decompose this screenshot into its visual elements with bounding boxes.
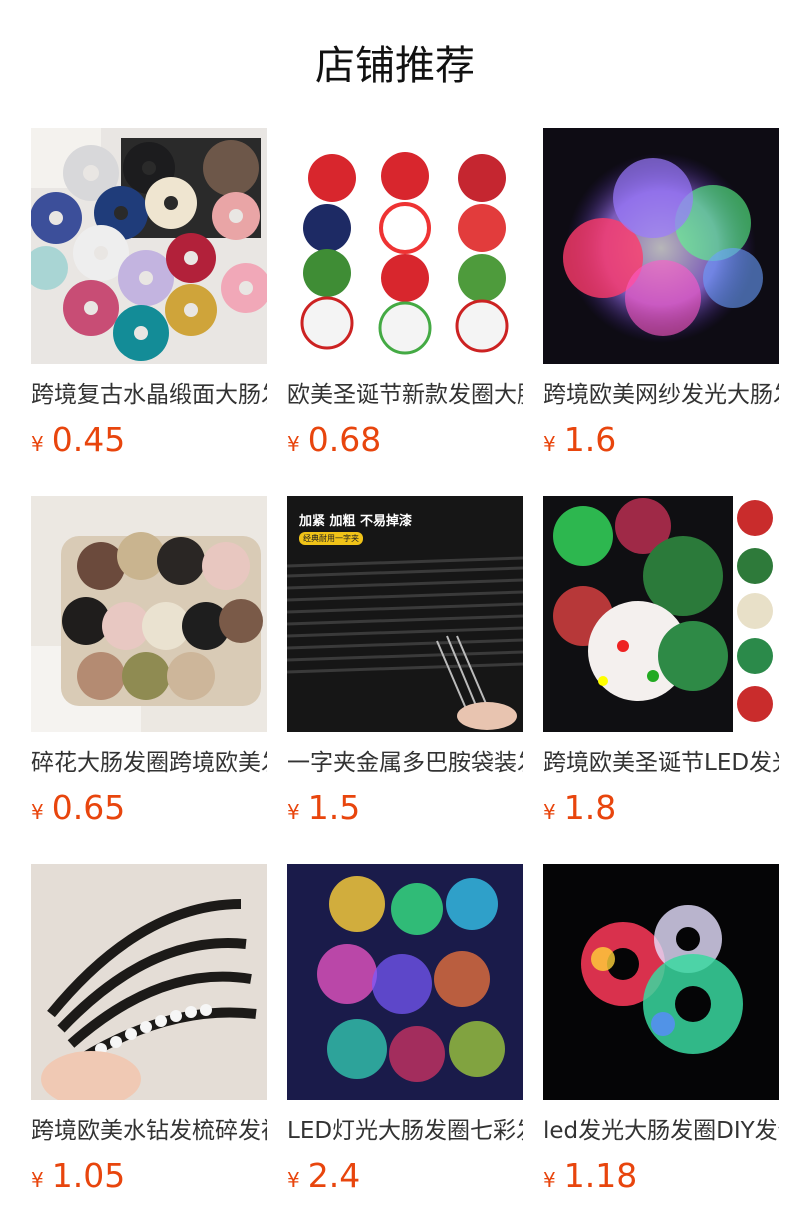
product-name[interactable]: led发光大肠发圈DIY发饰 (543, 1116, 779, 1146)
price-value: 0.45 (51, 420, 126, 459)
image-badge-text: 经典耐用一字夹 (299, 532, 363, 545)
currency-symbol: ¥ (31, 1168, 44, 1192)
currency-symbol: ¥ (543, 1168, 556, 1192)
product-card[interactable]: 欧美圣诞节新款发圈大肠发圈 ¥0.68 (287, 128, 523, 496)
currency-symbol: ¥ (543, 800, 556, 824)
currency-symbol: ¥ (31, 800, 44, 824)
image-banner-text: 加紧 加粗 不易掉漆 (299, 514, 413, 529)
product-card[interactable]: 跨境欧美水钻发梳碎发神器 ¥1.05 (31, 864, 267, 1232)
currency-symbol: ¥ (287, 1168, 300, 1192)
price-value: 2.4 (307, 1156, 361, 1195)
product-card[interactable]: led发光大肠发圈DIY发饰 ¥1.18 (543, 864, 779, 1232)
product-image[interactable] (31, 496, 267, 732)
product-image[interactable] (287, 864, 523, 1100)
price-value: 1.5 (307, 788, 361, 827)
product-image[interactable]: 加紧 加粗 不易掉漆 经典耐用一字夹 (287, 496, 523, 732)
price-value: 0.65 (51, 788, 126, 827)
product-image[interactable] (543, 496, 779, 732)
section-title: 店铺推荐 (315, 43, 475, 89)
currency-symbol: ¥ (287, 432, 300, 456)
product-card[interactable]: 跨境欧美网纱发光大肠发圈 ¥1.6 (543, 128, 779, 496)
product-grid: 跨境复古水晶缎面大肠发圈 ¥0.45 (31, 128, 779, 1232)
product-price: ¥1.5 (287, 786, 523, 830)
price-value: 1.05 (51, 1156, 126, 1195)
product-image[interactable] (543, 864, 779, 1100)
product-price: ¥0.68 (287, 418, 523, 462)
product-name[interactable]: 欧美圣诞节新款发圈大肠发圈 (287, 380, 523, 410)
product-image[interactable] (31, 128, 267, 364)
currency-symbol: ¥ (31, 432, 44, 456)
product-price: ¥1.8 (543, 786, 779, 830)
product-name[interactable]: 跨境欧美水钻发梳碎发神器 (31, 1116, 267, 1146)
product-price: ¥0.45 (31, 418, 267, 462)
product-name[interactable]: 碎花大肠发圈跨境欧美发饰 (31, 748, 267, 778)
currency-symbol: ¥ (543, 432, 556, 456)
currency-symbol: ¥ (287, 800, 300, 824)
product-name[interactable]: 跨境欧美圣诞节LED发光发圈 (543, 748, 779, 778)
product-card[interactable]: 碎花大肠发圈跨境欧美发饰 ¥0.65 (31, 496, 267, 864)
product-image[interactable] (31, 864, 267, 1100)
product-price: ¥2.4 (287, 1154, 523, 1198)
product-image[interactable] (543, 128, 779, 364)
product-card[interactable]: 加紧 加粗 不易掉漆 经典耐用一字夹 一字夹金属多巴胺袋装发夹 ¥1.5 (287, 496, 523, 864)
product-price: ¥1.05 (31, 1154, 267, 1198)
product-card[interactable]: LED灯光大肠发圈七彩发光 ¥2.4 (287, 864, 523, 1232)
price-value: 1.6 (563, 420, 617, 459)
product-name[interactable]: 跨境欧美网纱发光大肠发圈 (543, 380, 779, 410)
product-price: ¥1.18 (543, 1154, 779, 1198)
product-price: ¥1.6 (543, 418, 779, 462)
price-value: 1.18 (563, 1156, 638, 1195)
product-name[interactable]: LED灯光大肠发圈七彩发光 (287, 1116, 523, 1146)
product-image[interactable] (287, 128, 523, 364)
product-card[interactable]: 跨境欧美圣诞节LED发光发圈 ¥1.8 (543, 496, 779, 864)
product-card[interactable]: 跨境复古水晶缎面大肠发圈 ¥0.45 (31, 128, 267, 496)
price-value: 0.68 (307, 420, 382, 459)
product-name[interactable]: 跨境复古水晶缎面大肠发圈 (31, 380, 267, 410)
price-value: 1.8 (563, 788, 617, 827)
product-name[interactable]: 一字夹金属多巴胺袋装发夹 (287, 748, 523, 778)
product-price: ¥0.65 (31, 786, 267, 830)
